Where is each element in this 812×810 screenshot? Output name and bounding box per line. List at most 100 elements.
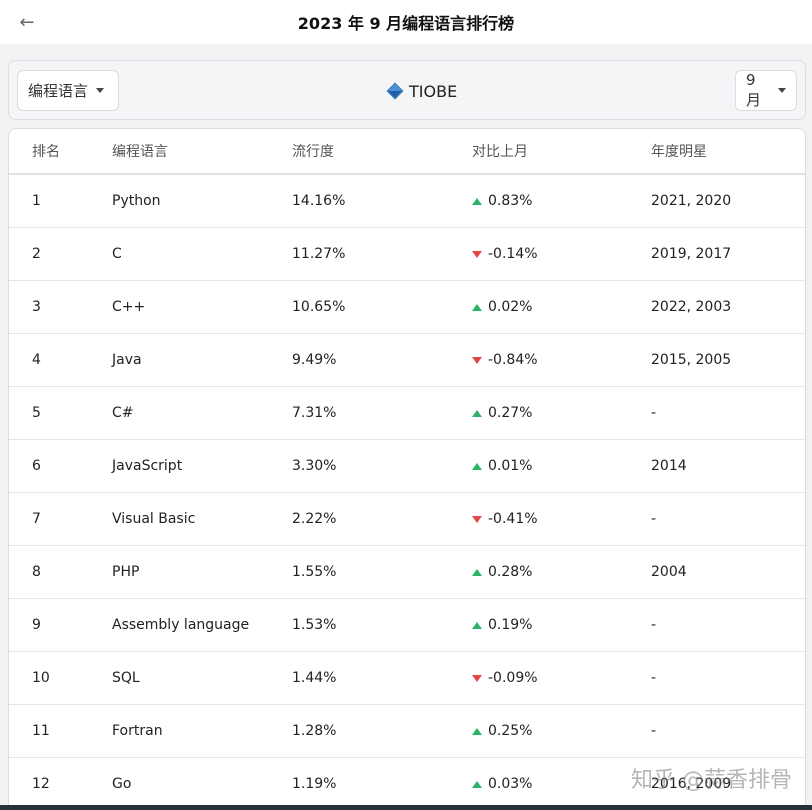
change-cell: -0.09%	[472, 652, 538, 704]
change-value: -0.09%	[488, 670, 538, 686]
table-row[interactable]: 7 Visual Basic 2.22% -0.41% -	[9, 493, 805, 546]
change-cell: 0.02%	[472, 281, 532, 333]
ranking-table: 排名 编程语言 流行度 对比上月 年度明星 1 Python 14.16% 0.83%…	[8, 128, 806, 810]
diamond-icon	[386, 82, 404, 100]
change-cell: 0.19%	[472, 599, 532, 651]
change-cell: -0.14%	[472, 228, 538, 280]
popularity-cell: 1.53%	[292, 617, 337, 633]
language-cell: PHP	[112, 564, 140, 580]
star-year-cell: -	[651, 511, 657, 527]
star-year-cell: 2014	[651, 458, 687, 474]
rank-cell: 9	[32, 617, 41, 633]
source-label: TIOBE	[386, 79, 458, 103]
triangle-down-icon	[472, 515, 482, 523]
change-cell: -0.84%	[472, 334, 538, 386]
filter-bar: 编程语言 TIOBE 9月	[8, 60, 806, 120]
table-row[interactable]: 11 Fortran 1.28% 0.25% -	[9, 705, 805, 758]
rank-cell: 2	[32, 246, 41, 262]
popularity-cell: 1.55%	[292, 564, 337, 580]
star-year-cell: 2019, 2017	[651, 246, 732, 262]
back-button[interactable]: ←	[14, 9, 40, 35]
star-year-cell: -	[651, 670, 657, 686]
change-cell: 0.83%	[472, 175, 532, 227]
language-cell: Go	[112, 776, 132, 792]
source-name: TIOBE	[409, 81, 458, 101]
star-year-cell: -	[651, 405, 657, 421]
rank-cell: 4	[32, 352, 41, 368]
triangle-up-icon	[472, 780, 482, 788]
star-year-cell: -	[651, 617, 657, 633]
month-dropdown[interactable]: 9月	[735, 70, 797, 111]
change-cell: 0.28%	[472, 546, 532, 598]
popularity-cell: 3.30%	[292, 458, 337, 474]
caret-down-icon	[778, 88, 786, 93]
page-title: 2023 年 9 月编程语言排行榜	[297, 14, 515, 33]
table-body: 1 Python 14.16% 0.83% 2021, 2020 2 C 11.27% -0.1…	[9, 175, 805, 809]
triangle-down-icon	[472, 674, 482, 682]
table-row[interactable]: 5 C# 7.31% 0.27% -	[9, 387, 805, 440]
star-year-cell: 2015, 2005	[651, 352, 732, 368]
table-row[interactable]: 9 Assembly language 1.53% 0.19% -	[9, 599, 805, 652]
language-cell: Visual Basic	[112, 511, 196, 527]
bottom-bar	[0, 805, 812, 810]
rank-cell: 7	[32, 511, 41, 527]
language-dropdown[interactable]: 编程语言	[17, 70, 119, 111]
popularity-cell: 2.22%	[292, 511, 337, 527]
triangle-up-icon	[472, 568, 482, 576]
watermark: 知乎 @蒜香排骨	[631, 768, 792, 793]
language-cell: C#	[112, 405, 134, 421]
triangle-down-icon	[472, 250, 482, 258]
triangle-up-icon	[472, 621, 482, 629]
column-header-language: 编程语言	[112, 144, 168, 160]
change-cell: -0.41%	[472, 493, 538, 545]
star-year-cell: 2004	[651, 564, 687, 580]
caret-down-icon	[96, 88, 105, 93]
rank-cell: 12	[32, 776, 50, 792]
change-value: 0.01%	[488, 458, 533, 474]
language-cell: C	[112, 246, 122, 262]
triangle-up-icon	[472, 303, 482, 311]
star-year-cell: 2022, 2003	[651, 299, 732, 315]
popularity-cell: 1.28%	[292, 723, 337, 739]
table-header-row: 排名 编程语言 流行度 对比上月 年度明星	[9, 129, 805, 175]
table-row[interactable]: 2 C 11.27% -0.14% 2019, 2017	[9, 228, 805, 281]
column-header-star: 年度明星	[651, 144, 707, 160]
rank-cell: 1	[32, 193, 41, 209]
change-value: 0.27%	[488, 405, 533, 421]
language-cell: SQL	[112, 670, 140, 686]
table-row[interactable]: 4 Java 9.49% -0.84% 2015, 2005	[9, 334, 805, 387]
change-value: 0.02%	[488, 299, 533, 315]
change-value: 0.25%	[488, 723, 533, 739]
table-row[interactable]: 3 C++ 10.65% 0.02% 2022, 2003	[9, 281, 805, 334]
language-cell: C++	[112, 299, 146, 315]
table-row[interactable]: 6 JavaScript 3.30% 0.01% 2014	[9, 440, 805, 493]
language-cell: Assembly language	[112, 617, 250, 633]
language-cell: Fortran	[112, 723, 163, 739]
table-row[interactable]: 1 Python 14.16% 0.83% 2021, 2020	[9, 175, 805, 228]
table-row[interactable]: 10 SQL 1.44% -0.09% -	[9, 652, 805, 705]
popularity-cell: 10.65%	[292, 299, 346, 315]
star-year-cell: 2021, 2020	[651, 193, 732, 209]
triangle-up-icon	[472, 727, 482, 735]
rank-cell: 8	[32, 564, 41, 580]
language-cell: Python	[112, 193, 161, 209]
month-dropdown-label: 9月	[746, 71, 762, 109]
change-value: -0.14%	[488, 246, 538, 262]
popularity-cell: 11.27%	[292, 246, 346, 262]
triangle-up-icon	[472, 409, 482, 417]
change-cell: 0.27%	[472, 387, 532, 439]
column-header-popularity: 流行度	[292, 144, 334, 160]
popularity-cell: 1.44%	[292, 670, 337, 686]
rank-cell: 3	[32, 299, 41, 315]
change-value: -0.41%	[488, 511, 538, 527]
rank-cell: 11	[32, 723, 50, 739]
table-row[interactable]: 8 PHP 1.55% 0.28% 2004	[9, 546, 805, 599]
popularity-cell: 7.31%	[292, 405, 337, 421]
rank-cell: 6	[32, 458, 41, 474]
change-value: 0.03%	[488, 776, 533, 792]
change-value: 0.28%	[488, 564, 533, 580]
popularity-cell: 9.49%	[292, 352, 337, 368]
change-cell: 0.25%	[472, 705, 532, 757]
change-value: -0.84%	[488, 352, 538, 368]
column-header-change: 对比上月	[472, 144, 528, 160]
